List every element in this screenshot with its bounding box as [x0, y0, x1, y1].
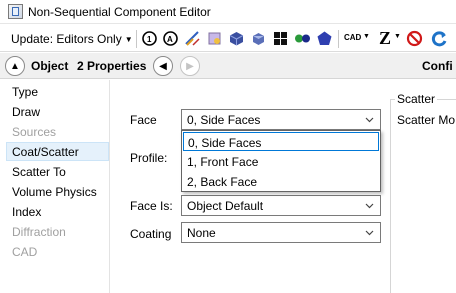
z-icon[interactable]: Z — [379, 28, 391, 49]
update-mode-label: Update: Editors Only — [11, 32, 122, 46]
chevron-down-icon[interactable]: ▼ — [363, 33, 370, 40]
chevron-down-icon: ▼ — [124, 35, 133, 44]
chevron-right-icon[interactable]: ▶ — [180, 56, 200, 76]
face-option-side[interactable]: 0, Side Faces — [183, 132, 379, 151]
chevron-down-icon — [365, 230, 374, 236]
coating-label: Coating — [130, 227, 172, 241]
category-diffraction: Diffraction — [12, 225, 66, 239]
cad-icon[interactable]: CAD — [344, 33, 361, 42]
category-volume-physics[interactable]: Volume Physics — [12, 185, 97, 199]
solid-cube-icon[interactable] — [250, 30, 267, 47]
toolbar: Update: Editors Only ▼ 1 A CAD ▼ Z ▼ — [0, 25, 456, 52]
polygon-icon[interactable] — [316, 30, 333, 47]
configuration-label: Confi — [422, 59, 453, 73]
toolbar-separator — [338, 30, 339, 48]
face-select-value: 0, Side Faces — [187, 113, 261, 127]
redo-icon[interactable]: A — [162, 30, 179, 47]
category-type[interactable]: Type — [12, 85, 38, 99]
toolbar-separator — [136, 30, 137, 48]
window-title: Non-Sequential Component Editor — [28, 5, 211, 19]
face-is-label: Face Is: — [130, 199, 173, 213]
coating-select-value: None — [187, 226, 216, 240]
coating-select[interactable]: None — [181, 222, 381, 243]
category-index[interactable]: Index — [12, 205, 41, 219]
face-label: Face — [130, 113, 157, 127]
scatter-mode-label: Scatter Mo — [397, 113, 456, 127]
chevron-down-icon — [365, 117, 374, 123]
category-draw[interactable]: Draw — [12, 105, 40, 119]
chevron-up-icon[interactable]: ▲ — [5, 56, 25, 76]
face-is-select-value: Object Default — [187, 199, 264, 213]
category-cad: CAD — [12, 245, 38, 259]
chevron-down-icon — [365, 203, 374, 209]
object-navigation-bar: ▲ Object 2 Properties ◀ ▶ Confi — [0, 53, 456, 79]
face-is-select[interactable]: Object Default — [181, 195, 381, 216]
dots-icon[interactable] — [294, 30, 311, 47]
profile-label: Profile: — [130, 151, 168, 165]
update-mode-dropdown[interactable]: Update: Editors Only ▼ — [11, 32, 133, 46]
analysis-icon[interactable] — [206, 30, 223, 47]
refresh-icon[interactable] — [431, 30, 448, 47]
title-bar: Non-Sequential Component Editor — [0, 0, 456, 24]
face-option-front[interactable]: 1, Front Face — [183, 152, 379, 171]
no-icon[interactable] — [406, 30, 423, 47]
face-option-back[interactable]: 2, Back Face — [183, 172, 379, 191]
svg-text:A: A — [167, 35, 173, 44]
undo-icon[interactable]: 1 — [141, 30, 158, 47]
object-label: Object — [31, 59, 69, 73]
face-select[interactable]: 0, Side Faces — [181, 109, 381, 130]
ray-trace-icon[interactable] — [184, 30, 201, 47]
properties-label: 2 Properties — [77, 59, 147, 73]
category-scatter-to[interactable]: Scatter To — [12, 165, 66, 179]
object-cube-icon[interactable] — [228, 30, 245, 47]
category-coat-scatter[interactable]: Coat/Scatter — [12, 145, 79, 159]
face-dropdown-list: 0, Side Faces 1, Front Face 2, Back Face — [181, 130, 381, 192]
chevron-left-icon[interactable]: ◀ — [153, 56, 173, 76]
svg-text:1: 1 — [147, 35, 152, 44]
chevron-down-icon[interactable]: ▼ — [394, 33, 401, 40]
scatter-group-title: Scatter — [395, 92, 438, 106]
category-sources: Sources — [12, 125, 57, 139]
app-icon — [8, 4, 23, 19]
scatter-group-box — [390, 99, 456, 293]
grid-view-icon[interactable] — [272, 30, 289, 47]
